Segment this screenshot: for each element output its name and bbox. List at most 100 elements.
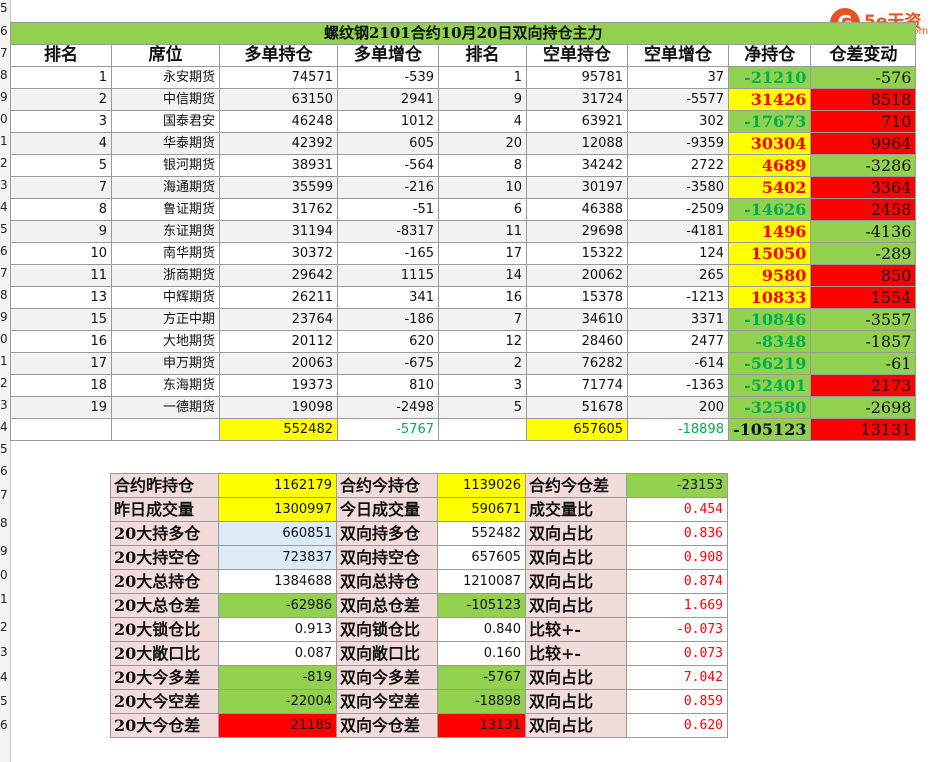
stats-table: 合约昨持仓 1162179 合约今持仓 1139026 合约今仓差 -23153 昨日成交量…: [110, 473, 728, 738]
stat-value: 0.913: [218, 617, 337, 642]
long-change-cell: -539: [337, 66, 439, 89]
table-row: 8 鲁证期货 31762 -51 6 46388 -2509 -14626 2458: [10, 198, 917, 221]
table-row: 11 浙商期货 29642 1115 14 20062 265 9580 850: [10, 264, 917, 287]
seat-cell: 东海期货: [111, 374, 220, 397]
stat-value: -5767: [437, 665, 526, 690]
diff-cell: 2173: [810, 374, 917, 397]
stat-value: -105123: [437, 593, 526, 618]
short-cell: 71774: [526, 374, 628, 397]
row-number: 0: [0, 568, 8, 582]
long-cell: 26211: [219, 286, 338, 309]
rank-cell: 19: [10, 396, 112, 419]
short-rank-cell: 9: [438, 88, 527, 111]
rank-cell: 18: [10, 374, 112, 397]
long-cell: 30372: [219, 242, 338, 265]
long-change-cell: -51: [337, 198, 439, 221]
stat-ratio: 0.454: [626, 497, 728, 522]
rank-cell: 9: [10, 220, 112, 243]
row-number: 7: [0, 266, 8, 280]
diff-cell: -576: [810, 66, 917, 89]
long-change-cell: 810: [337, 374, 439, 397]
stat-value: 1210087: [437, 569, 526, 594]
long-cell: 31194: [219, 220, 338, 243]
long-cell: 42392: [219, 132, 338, 155]
table-row: 9 东证期货 31194 -8317 11 29698 -4181 1496 -4136: [10, 220, 917, 243]
row-number: 1: [0, 354, 8, 368]
rank-cell: 10: [10, 242, 112, 265]
short-change-cell: -9359: [627, 132, 729, 155]
long-cell: 23764: [219, 308, 338, 331]
short-change-cell: -4181: [627, 220, 729, 243]
row-number: 4: [0, 670, 8, 684]
short-rank-cell: 2: [438, 352, 527, 375]
total-long-change: -5767: [337, 418, 439, 441]
diff-cell: -61: [810, 352, 917, 375]
seat-cell: 中信期货: [111, 88, 220, 111]
rank-cell: 7: [10, 176, 112, 199]
rank-cell: 17: [10, 352, 112, 375]
net-cell: 1496: [727, 220, 812, 243]
short-cell: 15378: [526, 286, 628, 309]
long-change-cell: 1012: [337, 110, 439, 133]
stat-value: 1384688: [218, 569, 337, 594]
long-change-cell: -216: [337, 176, 439, 199]
total-short: 657605: [526, 418, 628, 441]
short-change-cell: 2722: [627, 154, 729, 177]
short-cell: 31724: [526, 88, 628, 111]
table-row: 13 中辉期货 26211 341 16 15378 -1213 10833 1554: [10, 286, 917, 309]
net-cell: -17673: [727, 110, 812, 133]
stat-label: 比较+-: [525, 641, 627, 666]
stat-label: 20大今空差: [110, 689, 219, 714]
table-row: 7 海通期货 35599 -216 10 30197 -3580 5402 3364: [10, 176, 917, 199]
row-number: 0: [0, 112, 8, 126]
seat-cell: 国泰君安: [111, 110, 220, 133]
short-cell: 51678: [526, 396, 628, 419]
totals-blank: [111, 418, 220, 441]
short-cell: 34610: [526, 308, 628, 331]
stat-value: 723837: [218, 545, 337, 570]
stat-label: 合约昨持仓: [110, 473, 219, 498]
stat-label: 双向占比: [525, 713, 627, 738]
stat-label: 双向今多差: [336, 665, 438, 690]
row-number: 7: [0, 46, 8, 60]
diff-cell: -4136: [810, 220, 917, 243]
stat-ratio: 0.859: [626, 689, 728, 714]
row-number: 2: [0, 156, 8, 170]
stat-label: 20大敞口比: [110, 641, 219, 666]
row-number: 5: [0, 1, 8, 15]
row-number: 3: [0, 398, 8, 412]
row-number: 3: [0, 645, 8, 659]
short-rank-cell: 3: [438, 374, 527, 397]
row-number: 5: [0, 694, 8, 708]
row-number: 6: [0, 24, 8, 38]
seat-cell: 海通期货: [111, 176, 220, 199]
short-rank-cell: 20: [438, 132, 527, 155]
long-cell: 29642: [219, 264, 338, 287]
stat-label: 双向总仓差: [336, 593, 438, 618]
diff-cell: 8518: [810, 88, 917, 111]
net-cell: -56219: [727, 352, 812, 375]
long-cell: 19373: [219, 374, 338, 397]
stats-row: 20大总持仓 1384688 双向总持仓 1210087 双向占比 0.874: [110, 569, 728, 594]
row-number: 5: [0, 442, 8, 456]
row-number: 3: [0, 178, 8, 192]
stat-value: -22004: [218, 689, 337, 714]
table-row: 10 南华期货 30372 -165 17 15322 124 15050 -289: [10, 242, 917, 265]
short-rank-cell: 7: [438, 308, 527, 331]
seat-cell: 申万期货: [111, 352, 220, 375]
short-cell: 20062: [526, 264, 628, 287]
stat-label: 双向占比: [525, 689, 627, 714]
stat-value: -18898: [437, 689, 526, 714]
stats-row: 20大今空差 -22004 双向今空差 -18898 双向占比 0.859: [110, 689, 728, 714]
short-rank-cell: 6: [438, 198, 527, 221]
stat-label: 双向持空仓: [336, 545, 438, 570]
stat-label: 20大总仓差: [110, 593, 219, 618]
totals-row: 552482 -5767 657605 -18898 -105123 13131: [10, 418, 917, 441]
stats-row: 合约昨持仓 1162179 合约今持仓 1139026 合约今仓差 -23153: [110, 473, 728, 498]
stat-ratio: 1.669: [626, 593, 728, 618]
stat-label: 双向总持仓: [336, 569, 438, 594]
seat-cell: 银河期货: [111, 154, 220, 177]
row-number: 8: [0, 516, 8, 530]
long-cell: 35599: [219, 176, 338, 199]
stat-label: 双向今空差: [336, 689, 438, 714]
